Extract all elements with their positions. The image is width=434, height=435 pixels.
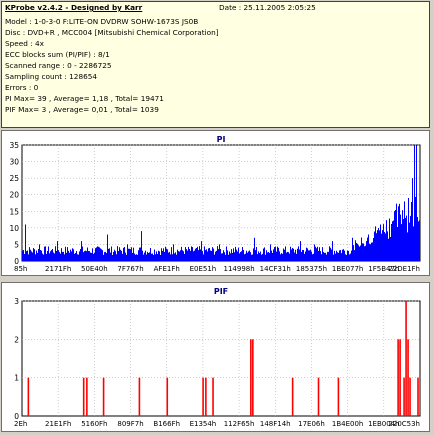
info-errors: Errors : 0 [5, 83, 39, 92]
scan-date: Date : 25.11.2005 2:05:25 [219, 3, 316, 12]
pif-bar [407, 339, 409, 416]
pi-x-tick-label: 50E40h [81, 265, 108, 273]
pif-bar [86, 377, 88, 416]
kprobe-window: KProbe v2.4.2 - Designed by Karr Date : … [0, 0, 434, 434]
info-disc: Disc : DVD+R , MCC004 [Mitsubishi Chemic… [5, 28, 219, 37]
pi-y-tick-label: 35 [9, 141, 19, 150]
pif-chart: PIF01232Eh 21E1Fh 5160Fh 809F7h B166Fh E1354h… [14, 287, 421, 428]
pif-x-tick-label: B166Fh [153, 420, 180, 428]
pi-chart-title: PI [217, 135, 226, 144]
pi-chart-panel: PI 0 5 10 15 20 25 30 35 85h 2171Fh 50E40h 7F767h AFE… [1, 130, 430, 276]
info-sampling-count: Sampling count : 128654 [5, 72, 98, 81]
pif-y-tick-label: 2 [14, 335, 19, 344]
pif-x-tick-label: 1B4E00h [332, 420, 363, 428]
pif-bar [166, 377, 169, 416]
info-scanned-range: Scanned range : 0 - 2286725 [5, 61, 112, 70]
pif-bar [250, 339, 252, 416]
pif-bar [138, 377, 141, 416]
pif-x-tick-label: 220C53h [388, 420, 420, 428]
pif-x-tick-label: 112F65h [224, 420, 255, 428]
pi-y-tick-label: 30 [9, 158, 19, 167]
pi-y-tick-label: 10 [9, 224, 19, 233]
pi-x-tick-label: 7F767h [117, 265, 143, 273]
pif-x-tick-label: E1354h [190, 420, 217, 428]
pif-bar [317, 377, 320, 416]
pi-x-tick-label: 85h [14, 265, 27, 273]
pi-y-tick-label: 15 [9, 207, 19, 216]
app-title: KProbe v2.4.2 - Designed by Karr [5, 3, 143, 12]
pi-x-tick-label: 22DE1Fh [388, 265, 420, 273]
pi-y-tick-label: 20 [9, 191, 19, 200]
pi-x-tick-label: 1BE077h [332, 265, 363, 273]
pif-bar [399, 339, 401, 416]
pi-x-tick-label: 2171Fh [45, 265, 71, 273]
pi-x-tick-label: AFE1Fh [154, 265, 180, 273]
pif-chart-panel: PIF 0 1 2 3 2Eh 21E1Fh 5160Fh 809F7h B166Fh E1354h… [1, 282, 430, 432]
pif-x-tick-label: 2Eh [14, 420, 27, 428]
pi-x-tick-label: 14CF31h [260, 265, 291, 273]
pi-x-tick-label: 185375h [296, 265, 327, 273]
pif-x-tick-label: 17E06h [298, 420, 325, 428]
disc-info-panel: KProbe v2.4.2 - Designed by Karr Date : … [1, 1, 430, 128]
pif-bar [417, 377, 419, 416]
pif-y-tick-label: 1 [14, 374, 19, 383]
pi-x-tick-label: E0E51h [190, 265, 217, 273]
pif-x-tick-label: 148F14h [260, 420, 291, 428]
pif-bar [291, 377, 294, 416]
pif-chart-title: PIF [214, 287, 228, 296]
pif-bar [397, 339, 399, 416]
pif-bar [102, 377, 105, 416]
info-speed: Speed : 4x [5, 39, 44, 48]
pif-bar [403, 377, 405, 416]
pif-bar [337, 377, 340, 416]
info-model: Model : 1-0-3-0 F:LITE-ON DVDRW SOHW-167… [5, 17, 199, 26]
pi-y-tick-label: 25 [9, 174, 19, 183]
pif-bar [205, 377, 207, 416]
pif-bar [252, 339, 254, 416]
pi-x-tick-label: 114998h [224, 265, 255, 273]
pif-x-tick-label: 21E1Fh [45, 420, 71, 428]
pif-bar [27, 377, 30, 416]
pif-bar [409, 377, 411, 416]
pif-bar [405, 301, 407, 416]
info-pif-stats: PIF Max= 3 , Average= 0,01 , Total= 1039 [5, 105, 159, 114]
pif-y-tick-label: 3 [14, 297, 19, 306]
pif-x-tick-label: 5160Fh [81, 420, 107, 428]
pif-plot-area [21, 300, 421, 417]
info-ecc-blocks: ECC blocks sum (PI/PIF) : 8/1 [5, 50, 110, 59]
pi-y-tick-label: 5 [14, 240, 19, 249]
pif-x-tick-label: 809F7h [117, 420, 143, 428]
info-pi-stats: PI Max= 39 , Average= 1,18 , Total= 1947… [5, 94, 164, 103]
pif-bar [82, 377, 85, 416]
pif-bar [202, 377, 204, 416]
pi-chart: PI0510152025303585h 2171Fh 50E40h 7F767h AFE… [9, 135, 421, 273]
pif-bar [212, 377, 214, 416]
